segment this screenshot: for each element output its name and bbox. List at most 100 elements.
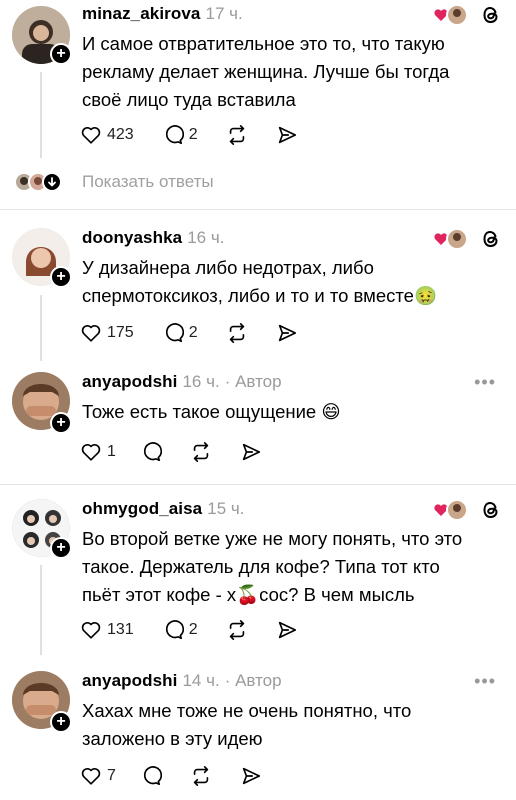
username[interactable]: ohmygod_aisa bbox=[82, 499, 202, 518]
comment-line: пьёт этот кофе - х🍒сос? В чем мысль bbox=[82, 584, 415, 605]
comment-line: Тоже есть такое ощущение 😄 bbox=[82, 401, 341, 422]
send-icon bbox=[278, 621, 296, 639]
comment-card: + minaz_akirova 17 ч. И самое отвратитель… bbox=[0, 0, 516, 200]
comment-header: anyapodshi 16 ч. · Автор bbox=[82, 372, 282, 392]
send-icon bbox=[278, 126, 296, 144]
timestamp: 16 ч. bbox=[187, 228, 225, 247]
repost-button[interactable] bbox=[190, 441, 212, 463]
threads-logo-icon[interactable] bbox=[480, 4, 502, 26]
thread-line bbox=[40, 295, 42, 361]
share-button[interactable] bbox=[240, 765, 262, 787]
threads-logo-icon[interactable] bbox=[480, 499, 502, 521]
comment-text: Хахах мне тоже не очень понятно, что зал… bbox=[82, 697, 492, 753]
like-count: 1 bbox=[107, 443, 116, 460]
send-icon bbox=[242, 767, 260, 785]
repost-icon bbox=[229, 323, 244, 343]
threads-logo-icon[interactable] bbox=[480, 228, 502, 250]
reply-button[interactable]: 2 bbox=[162, 322, 198, 344]
send-icon bbox=[242, 443, 260, 461]
comment-card: + doonyashka 16 ч. У дизайнера либо недот… bbox=[0, 210, 516, 361]
chevron-down-icon bbox=[42, 172, 62, 192]
reply-button[interactable]: 2 bbox=[162, 619, 198, 641]
comment-line: Во второй ветке уже не могу понять, что … bbox=[82, 528, 463, 549]
comment-line: спермотоксикоз, либо и то и то вместе🤢 bbox=[82, 285, 437, 306]
action-bar: 131 2 bbox=[80, 617, 326, 643]
comment-bubble-icon bbox=[165, 323, 184, 343]
share-button[interactable] bbox=[276, 322, 298, 344]
comment-line: И самое отвратительное это то, что такую bbox=[82, 33, 445, 54]
reactor-avatar-icon bbox=[446, 4, 468, 26]
follow-plus-icon[interactable]: + bbox=[50, 412, 72, 434]
reaction-badges bbox=[433, 228, 502, 250]
comment-line: такое. Держатель для кофе? Типа тот кто bbox=[82, 556, 440, 577]
repost-button[interactable] bbox=[226, 124, 248, 146]
like-button[interactable]: 131 bbox=[80, 619, 134, 641]
comment-text: Тоже есть такое ощущение 😄 bbox=[82, 398, 492, 426]
comment-bubble-icon bbox=[143, 766, 162, 786]
follow-plus-icon[interactable]: + bbox=[50, 537, 72, 559]
like-count: 423 bbox=[107, 126, 134, 143]
reaction-badges bbox=[433, 4, 502, 26]
reply-button[interactable]: 2 bbox=[162, 124, 198, 146]
action-bar: 175 2 bbox=[80, 320, 326, 346]
comment-bubble-icon bbox=[165, 125, 184, 145]
comment-text: И самое отвратительное это то, что такую… bbox=[82, 30, 492, 114]
thread-line bbox=[40, 72, 42, 158]
show-replies-link[interactable]: Показать ответы bbox=[82, 172, 214, 192]
reaction-badges bbox=[433, 499, 502, 521]
username[interactable]: doonyashka bbox=[82, 228, 182, 247]
action-bar: 1 bbox=[80, 439, 290, 465]
comment-header: anyapodshi 14 ч. · Автор bbox=[82, 671, 282, 691]
timestamp: 17 ч. bbox=[205, 4, 243, 23]
comment-line: рекламу делает женщина. Лучше бы тогда bbox=[82, 61, 450, 82]
repost-button[interactable] bbox=[226, 322, 248, 344]
timestamp: 16 ч. bbox=[182, 372, 220, 391]
reply-button[interactable] bbox=[140, 441, 162, 463]
comment-text: Во второй ветке уже не могу понять, что … bbox=[82, 525, 492, 609]
author-tag: · Автор bbox=[224, 671, 282, 690]
more-dots-icon[interactable]: ••• bbox=[474, 671, 496, 692]
share-button[interactable] bbox=[276, 124, 298, 146]
repost-icon bbox=[193, 442, 209, 462]
more-dots-icon[interactable]: ••• bbox=[474, 372, 496, 393]
reply-button[interactable] bbox=[140, 765, 162, 787]
share-button[interactable] bbox=[240, 441, 262, 463]
heart-icon bbox=[81, 622, 101, 639]
username[interactable]: anyapodshi bbox=[82, 372, 177, 391]
like-button[interactable]: 1 bbox=[80, 441, 116, 463]
comment-bubble-icon bbox=[143, 442, 162, 462]
reply-count: 2 bbox=[188, 621, 198, 638]
repost-icon bbox=[229, 125, 244, 145]
reply-count: 2 bbox=[188, 126, 198, 143]
repost-button[interactable] bbox=[190, 765, 212, 787]
comment-line: Хахах мне тоже не очень понятно, что bbox=[82, 700, 412, 721]
reactor-avatar-icon bbox=[446, 499, 468, 521]
author-tag: · Автор bbox=[224, 372, 282, 391]
share-button[interactable] bbox=[276, 619, 298, 641]
repost-icon bbox=[229, 620, 244, 640]
comment-card: + ohmygod_aisa 15 ч. Во второй ветке уже … bbox=[0, 485, 516, 655]
timestamp: 15 ч. bbox=[207, 499, 245, 518]
timestamp: 14 ч. bbox=[182, 671, 220, 690]
like-count: 7 bbox=[107, 767, 116, 784]
reply-count: 2 bbox=[188, 324, 198, 341]
username[interactable]: minaz_akirova bbox=[82, 4, 200, 23]
heart-icon bbox=[81, 325, 101, 342]
comment-header: ohmygod_aisa 15 ч. bbox=[82, 499, 244, 519]
like-button[interactable]: 423 bbox=[80, 124, 134, 146]
username[interactable]: anyapodshi bbox=[82, 671, 177, 690]
show-replies-row[interactable]: Показать ответы bbox=[14, 171, 214, 193]
like-count: 175 bbox=[107, 324, 134, 341]
comment-line: своё лицо туда вставила bbox=[82, 89, 296, 110]
follow-plus-icon[interactable]: + bbox=[50, 266, 72, 288]
like-button[interactable]: 7 bbox=[80, 765, 116, 787]
comment-card: + anyapodshi 14 ч. · Автор ••• Хахах мне т… bbox=[0, 657, 516, 800]
follow-plus-icon[interactable]: + bbox=[50, 711, 72, 733]
follow-plus-icon[interactable]: + bbox=[50, 43, 72, 65]
comment-card: + anyapodshi 16 ч. · Автор ••• Тоже есть т… bbox=[0, 360, 516, 480]
like-count: 131 bbox=[107, 621, 134, 638]
repost-button[interactable] bbox=[226, 619, 248, 641]
comment-text: У дизайнера либо недотрах, либо спермото… bbox=[82, 254, 492, 310]
repost-icon bbox=[193, 766, 209, 786]
like-button[interactable]: 175 bbox=[80, 322, 134, 344]
